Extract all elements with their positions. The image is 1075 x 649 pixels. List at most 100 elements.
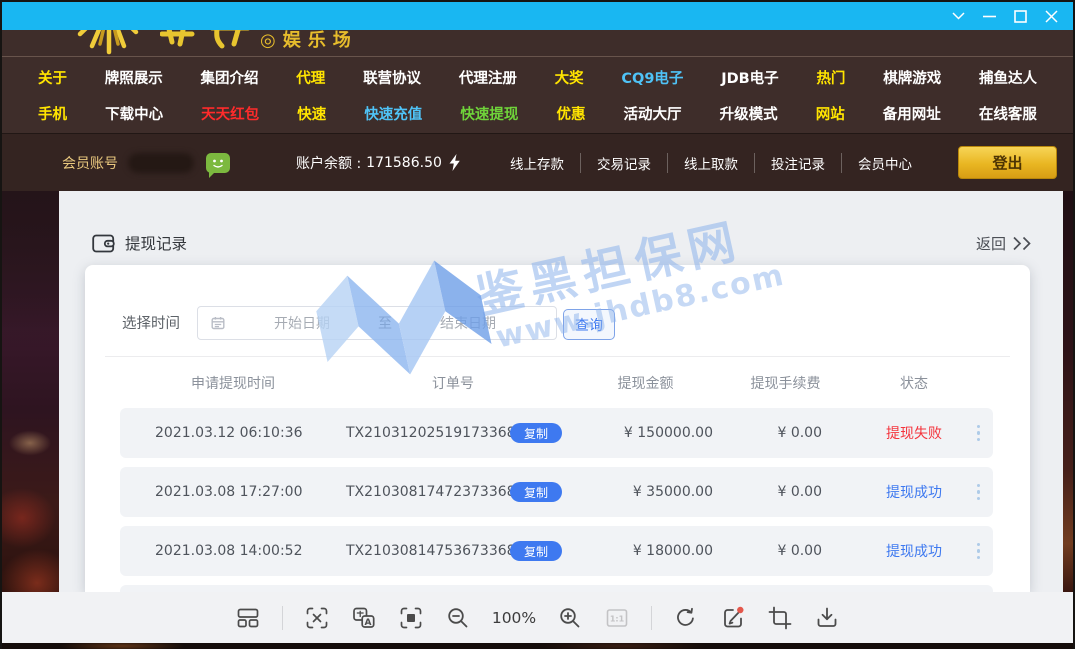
copy-button[interactable]: 复制 (510, 541, 562, 561)
cell-order-no: TX210312025191733681 (346, 425, 510, 441)
link-online-deposit[interactable]: 线上存款 (494, 153, 580, 173)
layout-grid-icon[interactable] (235, 605, 261, 631)
nav-item-fishing[interactable]: 捕鱼达人 (979, 67, 1037, 88)
crop-icon[interactable] (767, 605, 793, 631)
nav-item-board-games[interactable]: 棋牌游戏 (883, 67, 941, 88)
balance-label: 账户余额 : (296, 153, 361, 173)
filter-bar: 选择时间 开始日期 至 结束日期 查询 (85, 265, 1030, 356)
nav-item-activity-hall[interactable]: 活动大厅 (624, 103, 682, 124)
download-icon[interactable] (814, 605, 840, 631)
table-header: 申请提现时间 订单号 提现金额 提现手续费 状态 (85, 357, 1030, 408)
edit-annotate-icon[interactable] (720, 605, 746, 631)
minimize-button[interactable] (974, 3, 1005, 29)
wallet-icon (92, 234, 115, 253)
query-button[interactable]: 查询 (563, 309, 615, 340)
maximize-button[interactable] (1005, 3, 1036, 29)
close-button[interactable] (1036, 3, 1067, 29)
date-range-input[interactable]: 开始日期 至 结束日期 (197, 306, 557, 340)
copy-button[interactable]: 复制 (510, 482, 562, 502)
zoom-in-icon[interactable] (557, 605, 583, 631)
chat-smiley-icon[interactable] (206, 153, 230, 173)
nav-item-promo[interactable]: 优惠 (556, 103, 585, 124)
nav-item-cq9[interactable]: CQ9电子 (621, 67, 683, 88)
cell-amount: ¥ 150000.00 (560, 425, 731, 441)
cell-order-no: TX210308147536733681 (346, 543, 510, 559)
nav-item-jdb[interactable]: JDB电子 (721, 67, 778, 88)
viewer-toolbar: A 100% 1:1 (2, 592, 1073, 643)
zoom-out-icon[interactable] (445, 605, 471, 631)
nav-item-online-service[interactable]: 在线客服 (979, 103, 1037, 124)
cell-status: 提现成功 (864, 541, 964, 561)
cell-fee: ¥ 0.00 (731, 425, 840, 441)
link-bet-records[interactable]: 投注记录 (754, 153, 841, 173)
member-username-blurred (128, 153, 194, 173)
logo-text-cropped (160, 30, 252, 56)
double-chevron-right-icon (1012, 236, 1033, 251)
table-row: 2021.03.08 17:27:00 TX210308174723733681… (120, 467, 993, 517)
main-nav: 关于 牌照展示 集团介绍 代理 联营协议 代理注册 大奖 CQ9电子 JDB电子… (2, 57, 1073, 133)
app-window: ◎娱乐场 关于 牌照展示 集团介绍 代理 联营协议 代理注册 大奖 CQ9电子 … (0, 0, 1075, 649)
row-menu-button[interactable] (964, 543, 993, 560)
copy-button[interactable]: 复制 (510, 423, 562, 443)
end-date-placeholder: 结束日期 (392, 313, 544, 333)
row-menu-button[interactable] (964, 484, 993, 501)
cell-status: 提现失败 (864, 423, 964, 443)
nav-item-fast-deposit[interactable]: 快速充值 (364, 103, 422, 124)
nav-item-group-intro[interactable]: 集团介绍 (201, 67, 259, 88)
background-image-bottom (2, 643, 1073, 649)
ocr-scan-icon[interactable] (304, 605, 330, 631)
link-transaction-records[interactable]: 交易记录 (580, 153, 667, 173)
svg-text:1:1: 1:1 (610, 614, 625, 623)
back-link[interactable]: 返回 (976, 233, 1033, 254)
row-menu-button[interactable] (964, 425, 993, 442)
nav-item-jackpot[interactable]: 大奖 (555, 67, 584, 88)
nav-item-license[interactable]: 牌照展示 (105, 67, 163, 88)
logout-button[interactable]: 登出 (958, 146, 1057, 179)
nav-item-mobile[interactable]: 手机 (38, 103, 67, 124)
page-title: 提现记录 (125, 232, 187, 254)
filter-label: 选择时间 (122, 312, 180, 333)
nav-item-fast[interactable]: 快速 (297, 103, 326, 124)
rotate-right-icon[interactable] (673, 605, 699, 631)
nav-row-2: 手机 下载中心 天天红包 快速 快速充值 快速提现 优惠 活动大厅 升级模式 网… (38, 95, 1037, 131)
nav-item-alliance[interactable]: 联营协议 (363, 67, 421, 88)
window-titlebar (2, 2, 1073, 30)
nav-item-upgrade-mode[interactable]: 升级模式 (720, 103, 778, 124)
refresh-balance-icon[interactable] (447, 154, 462, 171)
header-apply-time: 申请提现时间 (120, 373, 346, 393)
nav-item-hot[interactable]: 热门 (816, 67, 845, 88)
fit-screen-icon[interactable] (398, 605, 424, 631)
calendar-icon (210, 315, 226, 331)
chevron-down-icon[interactable] (943, 3, 974, 29)
cell-status: 提现成功 (864, 482, 964, 502)
nav-item-download[interactable]: 下载中心 (105, 103, 163, 124)
cell-amount: ¥ 18000.00 (560, 543, 731, 559)
cell-time: 2021.03.08 17:27:00 (120, 484, 346, 500)
page-title-wrap: 提现记录 (92, 232, 187, 254)
translate-icon[interactable]: A (351, 605, 377, 631)
nav-item-agent-register[interactable]: 代理注册 (459, 67, 517, 88)
logo-text: ◎娱乐场 (260, 30, 358, 52)
nav-item-agent[interactable]: 代理 (296, 67, 325, 88)
cell-fee: ¥ 0.00 (731, 543, 840, 559)
flower-logo-icon (66, 30, 152, 56)
nav-item-about[interactable]: 关于 (38, 67, 67, 88)
header-amount: 提现金额 (560, 373, 731, 393)
link-member-center[interactable]: 会员中心 (841, 153, 928, 173)
cell-time: 2021.03.08 14:00:52 (120, 543, 346, 559)
one-to-one-icon[interactable]: 1:1 (604, 605, 630, 631)
nav-item-fast-withdraw[interactable]: 快速提现 (460, 103, 518, 124)
nav-item-website[interactable]: 网站 (816, 103, 845, 124)
background-image-right (1063, 188, 1073, 592)
table-row: 2021.03.12 06:10:36 TX210312025191733681… (120, 408, 993, 458)
table-row-partial (120, 585, 993, 592)
zoom-level-label[interactable]: 100% (492, 609, 536, 627)
nav-item-backup-url[interactable]: 备用网址 (883, 103, 941, 124)
link-online-withdraw[interactable]: 线上取款 (667, 153, 754, 173)
nav-item-red-packet[interactable]: 天天红包 (201, 103, 259, 124)
account-bar: 会员账号 账户余额 : 171586.50 线上存款 交易记录 线上取款 投注记… (2, 133, 1073, 191)
cell-time: 2021.03.12 06:10:36 (120, 425, 346, 441)
cell-fee: ¥ 0.00 (731, 484, 840, 500)
content-header: 提现记录 返回 (92, 232, 1033, 254)
cell-order-no: TX210308174723733681 (346, 484, 510, 500)
